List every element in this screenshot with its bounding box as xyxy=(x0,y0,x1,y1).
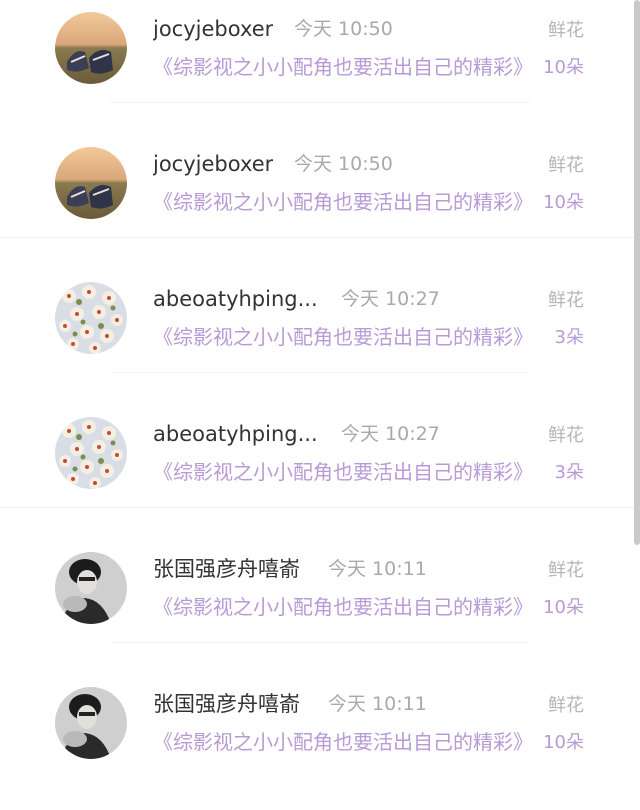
gift-type-label: 鲜花 xyxy=(548,425,584,446)
timestamp: 今天 10:50 xyxy=(294,153,393,175)
timestamp: 今天 10:11 xyxy=(328,558,427,580)
gift-count: 3朵 xyxy=(554,327,584,348)
section-divider xyxy=(0,237,640,238)
gift-type-label: 鲜花 xyxy=(548,290,584,311)
flower-pattern-avatar-icon[interactable] xyxy=(55,417,127,489)
gift-message-row[interactable]: 张国强彦舟嘻嵛 今天 10:11 鲜花 《综影视之小小配角也要活出自己的精彩》 … xyxy=(0,675,640,810)
scrollbar[interactable] xyxy=(634,0,640,545)
gift-message-row[interactable]: jocyjeboxer 今天 10:50 鲜花 《综影视之小小配角也要活出自己的… xyxy=(0,0,640,135)
gift-count: 10朵 xyxy=(543,57,584,78)
gift-type-label: 鲜花 xyxy=(548,560,584,581)
timestamp: 今天 10:50 xyxy=(294,18,393,40)
timestamp: 今天 10:27 xyxy=(341,423,440,445)
gift-message-row[interactable]: jocyjeboxer 今天 10:50 鲜花 《综影视之小小配角也要活出自己的… xyxy=(0,135,640,270)
gift-message-row[interactable]: abeoatyhping... 今天 10:27 鲜花 《综影视之小小配角也要活… xyxy=(0,405,640,540)
story-title-link[interactable]: 《综影视之小小配角也要活出自己的精彩》 xyxy=(153,52,533,82)
gift-type-label: 鲜花 xyxy=(548,155,584,176)
gift-type-label: 鲜花 xyxy=(548,695,584,716)
row-divider xyxy=(110,372,530,373)
gift-message-row[interactable]: abeoatyhping... 今天 10:27 鲜花 《综影视之小小配角也要活… xyxy=(0,270,640,405)
story-title-link[interactable]: 《综影视之小小配角也要活出自己的精彩》 xyxy=(153,592,533,622)
sneakers-avatar-icon[interactable] xyxy=(55,147,127,219)
story-title-link[interactable]: 《综影视之小小配角也要活出自己的精彩》 xyxy=(153,187,533,217)
gift-count: 10朵 xyxy=(543,597,584,618)
timestamp: 今天 10:11 xyxy=(328,693,427,715)
story-title-link[interactable]: 《综影视之小小配角也要活出自己的精彩》 xyxy=(153,457,533,487)
username[interactable]: 张国强彦舟嘻嵛 xyxy=(153,555,300,583)
username[interactable]: 张国强彦舟嘻嵛 xyxy=(153,690,300,718)
story-title-link[interactable]: 《综影视之小小配角也要活出自己的精彩》 xyxy=(153,727,533,757)
flower-pattern-avatar-icon[interactable] xyxy=(55,282,127,354)
row-divider xyxy=(110,642,530,643)
story-title-link[interactable]: 《综影视之小小配角也要活出自己的精彩》 xyxy=(153,322,533,352)
section-divider xyxy=(0,507,640,508)
portrait-avatar-icon[interactable] xyxy=(55,552,127,624)
username[interactable]: abeoatyhping... xyxy=(153,420,318,448)
username[interactable]: jocyjeboxer xyxy=(153,150,273,178)
gift-count: 10朵 xyxy=(543,732,584,753)
timestamp: 今天 10:27 xyxy=(341,288,440,310)
gift-count: 10朵 xyxy=(543,192,584,213)
row-divider xyxy=(110,102,530,103)
gift-message-list: jocyjeboxer 今天 10:50 鲜花 《综影视之小小配角也要活出自己的… xyxy=(0,0,640,783)
sneakers-avatar-icon[interactable] xyxy=(55,12,127,84)
gift-message-row[interactable]: 张国强彦舟嘻嵛 今天 10:11 鲜花 《综影视之小小配角也要活出自己的精彩》 … xyxy=(0,540,640,675)
username[interactable]: abeoatyhping... xyxy=(153,285,318,313)
gift-type-label: 鲜花 xyxy=(548,20,584,41)
portrait-avatar-icon[interactable] xyxy=(55,687,127,759)
gift-count: 3朵 xyxy=(554,462,584,483)
username[interactable]: jocyjeboxer xyxy=(153,15,273,43)
